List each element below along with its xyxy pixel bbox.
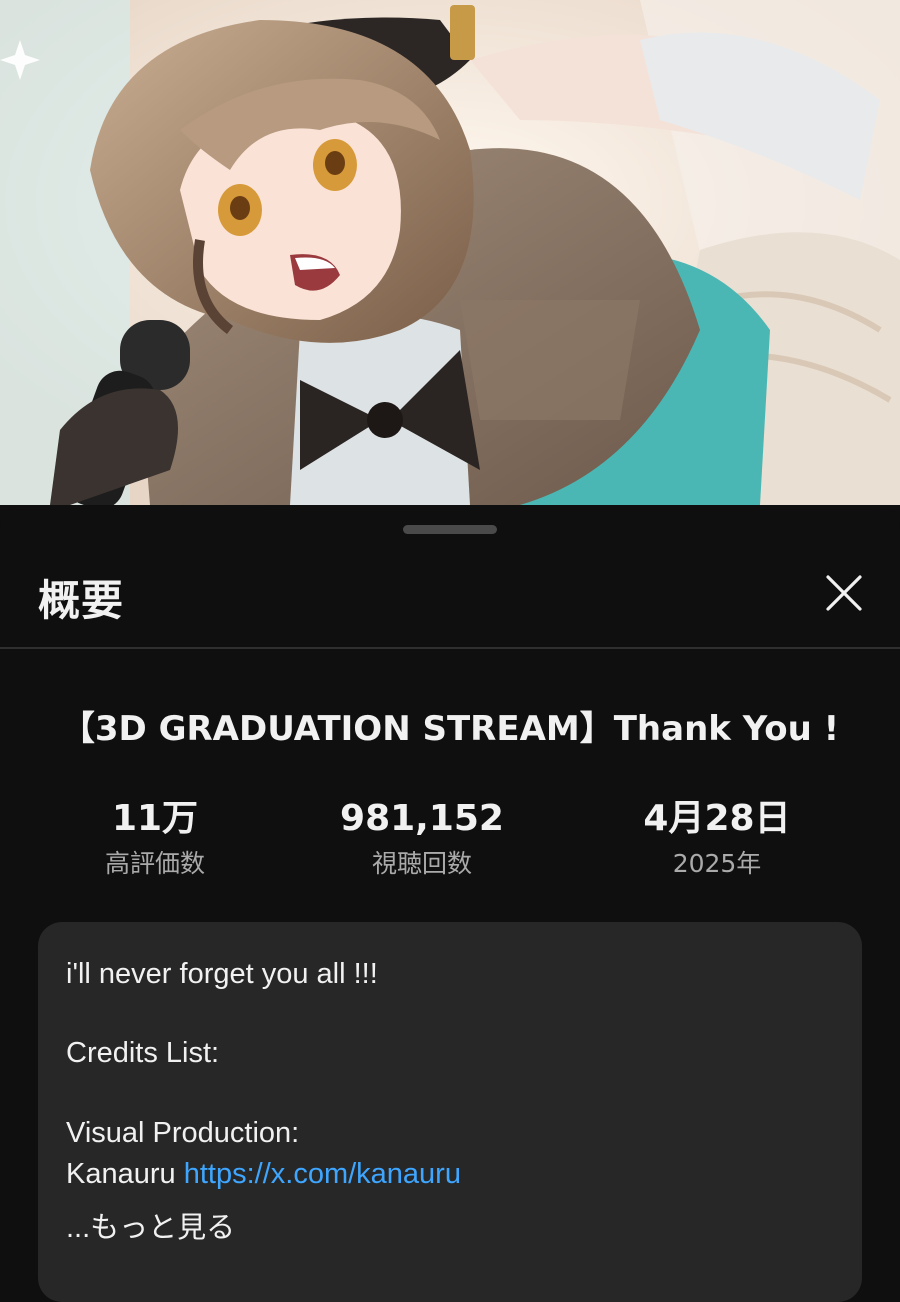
likes-stat: 11万 高評価数 <box>55 797 255 879</box>
drag-handle[interactable] <box>403 525 497 534</box>
description-sheet: 概要 【3D GRADUATION STREAM】Thank You ! 11万… <box>0 505 900 1302</box>
publish-date: 4月28日 <box>643 798 791 839</box>
likes-count: 11万 <box>111 798 199 839</box>
description-box[interactable]: i'll never forget you all !!! Credits Li… <box>38 922 862 1302</box>
description-line: Credits List: <box>66 1037 220 1069</box>
views-count: 981,152 <box>340 798 504 839</box>
video-thumbnail[interactable] <box>0 0 900 505</box>
show-more-link[interactable]: ...もっと見る <box>66 1204 235 1246</box>
credit-name: Kanauru <box>66 1158 176 1190</box>
credit-link[interactable]: https://x.com/kanauru <box>184 1158 461 1190</box>
description-line: i'll never forget you all !!! <box>66 958 378 990</box>
likes-label: 高評価数 <box>104 849 205 878</box>
video-title: 【3D GRADUATION STREAM】Thank You ! <box>60 709 840 749</box>
description-line: Visual Production: <box>66 1117 300 1149</box>
credit-line: Kanauru https://x.com/kanauru <box>66 1158 461 1191</box>
close-icon <box>826 575 862 611</box>
publish-date-stat: 4月28日 2025年 <box>617 797 817 879</box>
publish-year: 2025年 <box>672 849 762 878</box>
sheet-title: 概要 <box>38 576 125 625</box>
views-label: 視聴回数 <box>371 849 472 878</box>
thumbnail-illustration <box>0 0 900 505</box>
views-stat: 981,152 視聴回数 <box>322 797 522 879</box>
close-button[interactable] <box>812 561 876 625</box>
divider <box>0 647 900 649</box>
